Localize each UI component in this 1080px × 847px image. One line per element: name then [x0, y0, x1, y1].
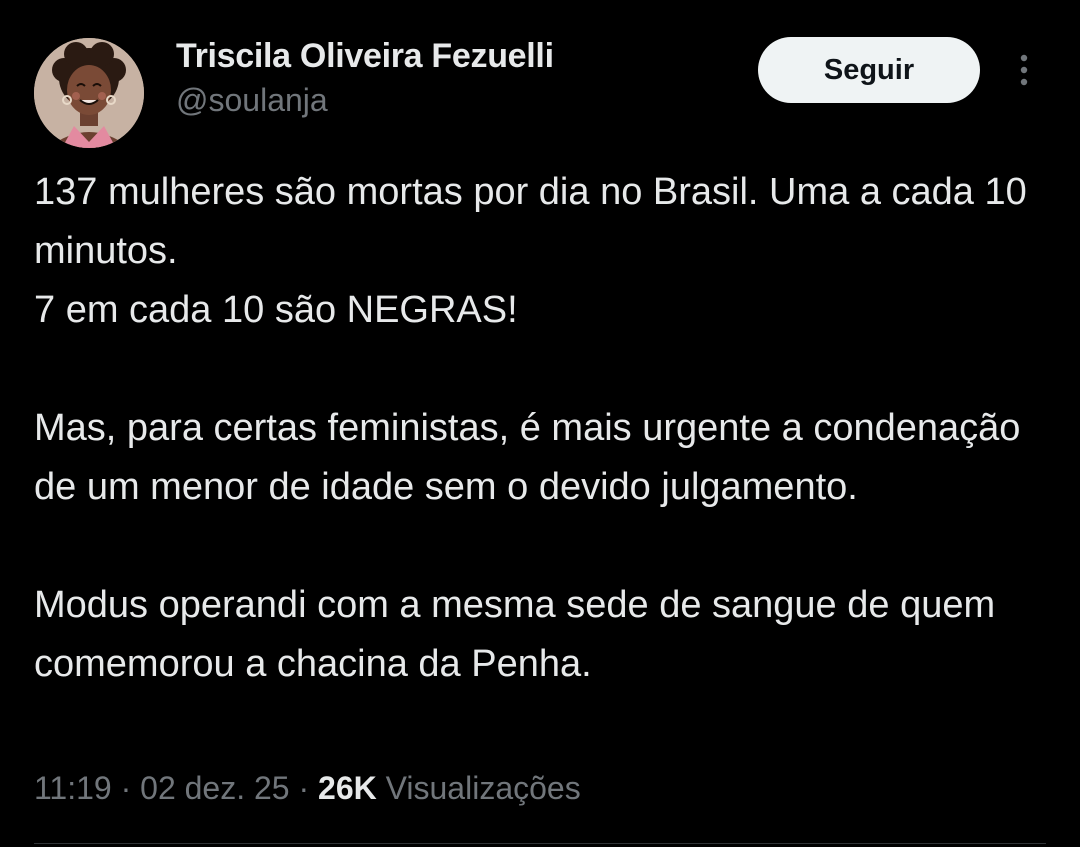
- tweet-paragraph: Mas, para certas feministas, é mais urge…: [34, 407, 1021, 508]
- views-label: Visualizações: [385, 770, 581, 806]
- divider: [34, 843, 1046, 844]
- tweet-meta: 11:19 · 02 dez. 25 · 26K Visualizações: [34, 770, 581, 807]
- cartoon-woman-avatar-icon: [34, 38, 144, 148]
- meta-separator: ·: [289, 770, 319, 806]
- more-vertical-icon[interactable]: [1010, 50, 1038, 90]
- meta-separator: ·: [111, 770, 141, 806]
- tweet-date[interactable]: 02 dez. 25: [140, 770, 289, 806]
- author-handle[interactable]: @soulanja: [176, 82, 328, 119]
- tweet-card: Triscila Oliveira Fezuelli @soulanja Seg…: [0, 0, 1080, 847]
- follow-button[interactable]: Seguir: [758, 37, 980, 103]
- tweet-paragraph: 137 mulheres são mortas por dia no Brasi…: [34, 171, 1027, 331]
- views-count[interactable]: 26K: [318, 770, 377, 806]
- tweet-text: 137 mulheres são mortas por dia no Brasi…: [34, 163, 1054, 694]
- avatar[interactable]: [34, 38, 144, 148]
- tweet-time[interactable]: 11:19: [34, 770, 112, 806]
- author-name[interactable]: Triscila Oliveira Fezuelli: [176, 37, 554, 76]
- tweet-paragraph: Modus operandi com a mesma sede de sangu…: [34, 584, 996, 685]
